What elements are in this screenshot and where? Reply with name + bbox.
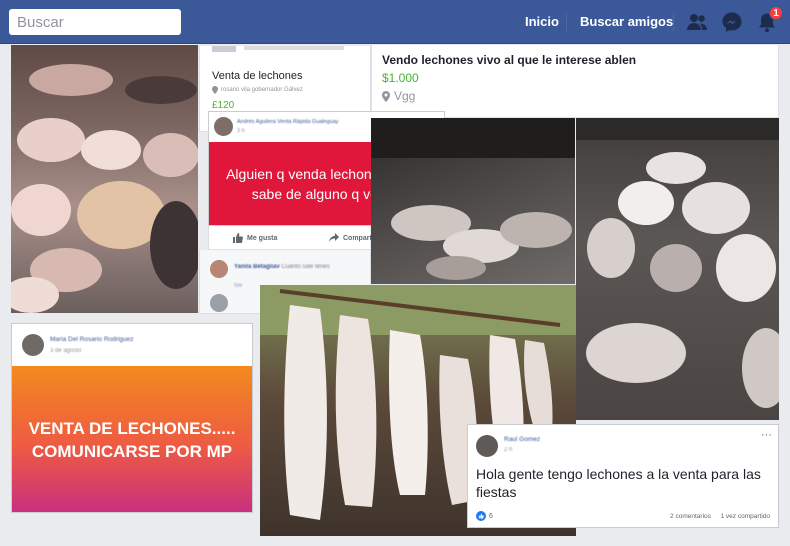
avatar (210, 260, 228, 278)
find-friends-link[interactable]: Buscar amigos (580, 14, 673, 29)
marketplace-post-price: $1.000 (382, 71, 419, 85)
comment-text: Cuanto sale tenes (281, 264, 330, 270)
shares-count[interactable]: 1 vez compartido (721, 513, 771, 520)
messenger-button[interactable] (720, 10, 744, 34)
author-avatar (214, 117, 233, 136)
post-time: 3 h (237, 128, 245, 134)
friend-requests-icon (687, 14, 707, 30)
like-reaction-icon (476, 511, 486, 521)
post-options-button[interactable]: ··· (761, 429, 772, 441)
comments-count[interactable]: 2 comentarios (670, 513, 711, 520)
search-box (9, 9, 181, 35)
reactions-summary[interactable]: 6 (476, 511, 493, 521)
author-avatar (476, 435, 498, 457)
marketplace-post-location: Vgg (394, 89, 416, 103)
search-input[interactable] (9, 9, 181, 35)
pigs-dark-pen-photo (371, 118, 575, 284)
post-time: 2 h (504, 447, 513, 453)
author-avatar (22, 334, 44, 356)
post-actions-bar: Me gusta Compartir (208, 226, 376, 250)
comment-author: Yanila Betagliav (234, 264, 280, 270)
gradient-text-post-card[interactable]: Maria Del Rosario Rodriguez 3 de agosto … (11, 323, 253, 513)
listing-title: Venta de lechones (212, 70, 303, 82)
listing-price: £120 (212, 100, 235, 111)
nav-divider (566, 13, 567, 31)
gradient-post-text: VENTA DE LECHONES..... COMUNICARSE POR M… (28, 418, 236, 461)
gradient-post-background: VENTA DE LECHONES..... COMUNICARSE POR M… (12, 366, 252, 512)
pigs-pen-photo (11, 45, 198, 313)
listing-location: rosario vila gobernador Gálvez (221, 87, 303, 93)
post-text: Hola gente tengo lechones a la venta par… (476, 466, 761, 500)
post-author: Raul Gomez (504, 436, 541, 443)
comment-text: Me (234, 283, 243, 289)
friend-requests-button[interactable] (685, 10, 709, 34)
location-pin-icon (382, 90, 390, 102)
home-link[interactable]: Inicio (525, 14, 559, 29)
thumbs-up-icon (233, 233, 243, 243)
post-time: 3 de agosto (50, 348, 82, 354)
screenshot-collage: Inicio Buscar amigos 1 (0, 0, 790, 546)
post-author: Andrés Aguilera Venta Rápida Gualeguay (237, 119, 339, 125)
avatar (210, 294, 228, 312)
notifications-button[interactable]: 1 (755, 6, 783, 34)
like-button[interactable]: Me gusta (233, 233, 277, 243)
notification-count-badge: 1 (769, 6, 783, 20)
like-label: Me gusta (247, 234, 278, 242)
top-navigation-bar: Inicio Buscar amigos 1 (0, 0, 790, 44)
post-author: Maria Del Rosario Rodriguez (50, 336, 134, 343)
location-pin-icon (212, 86, 218, 94)
marketplace-post-title: Vendo lechones vivo al que le interese a… (382, 53, 637, 67)
reaction-count: 6 (489, 512, 493, 520)
text-post-card[interactable]: Raul Gomez 2 h ··· Hola gente tengo lech… (467, 424, 779, 528)
messenger-icon (722, 12, 742, 32)
share-button[interactable]: Compartir (329, 233, 376, 243)
marketplace-post-card[interactable]: Vendo lechones vivo al que le interese a… (371, 45, 779, 118)
pigs-feeding-photo (576, 118, 779, 420)
share-icon (329, 233, 339, 242)
nav-divider (673, 13, 674, 31)
